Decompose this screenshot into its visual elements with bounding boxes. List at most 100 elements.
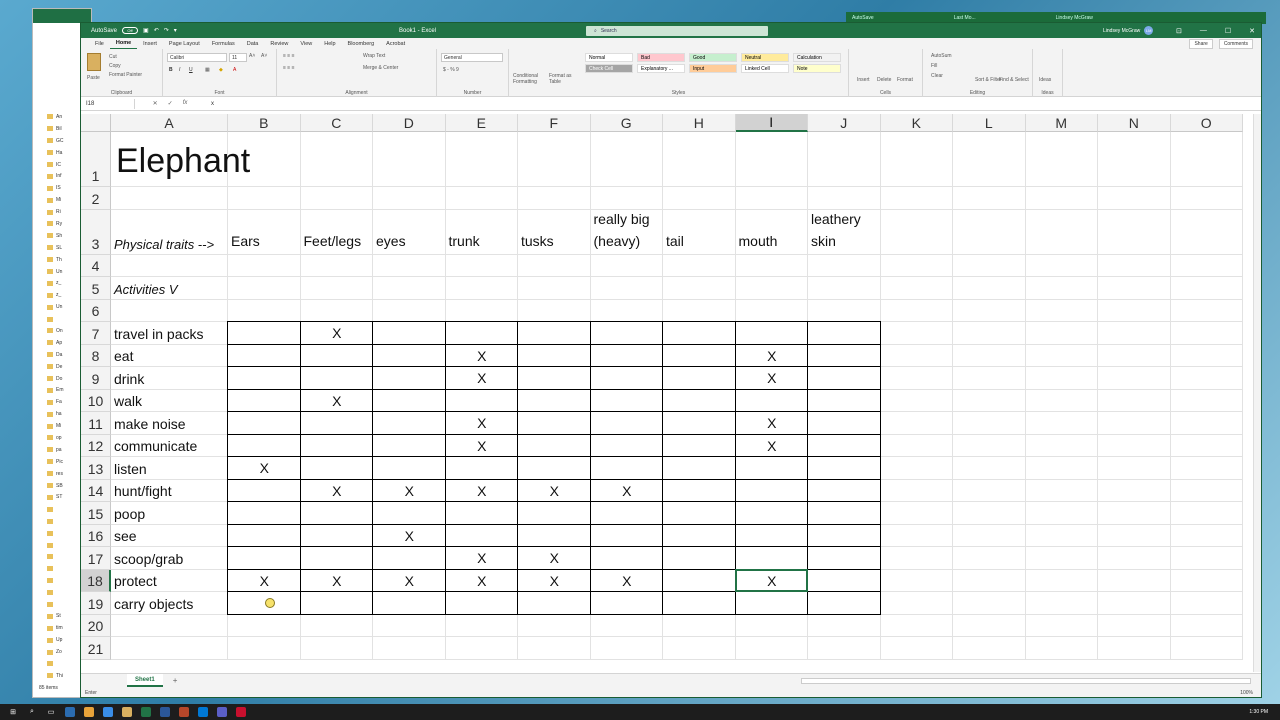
activity-label[interactable]: poop bbox=[111, 502, 145, 525]
x-mark[interactable]: X bbox=[446, 345, 519, 368]
close-button[interactable]: ✕ bbox=[1249, 27, 1255, 35]
active-cell[interactable] bbox=[734, 568, 808, 592]
column-header-f[interactable]: F bbox=[518, 114, 591, 132]
x-mark[interactable]: X bbox=[518, 480, 591, 503]
select-all-corner[interactable] bbox=[81, 114, 111, 132]
row-header-15[interactable]: 15 bbox=[81, 502, 111, 525]
format-as-table-button[interactable]: Format as Table bbox=[549, 73, 579, 85]
decrease-font-icon[interactable]: A˅ bbox=[261, 53, 267, 59]
word-icon[interactable] bbox=[160, 707, 170, 717]
teams-icon[interactable] bbox=[217, 707, 227, 717]
task-view-icon[interactable]: ▭ bbox=[46, 707, 56, 717]
x-mark[interactable]: X bbox=[736, 345, 809, 368]
merge-center-button[interactable]: Merge & Center bbox=[363, 65, 398, 71]
format-cells-button[interactable]: Format bbox=[897, 77, 913, 83]
account-area[interactable]: Lindsey McGraw LM bbox=[1103, 26, 1154, 35]
row-header-6[interactable]: 6 bbox=[81, 299, 111, 322]
activity-label[interactable]: hunt/fight bbox=[111, 480, 172, 503]
italic-button[interactable]: I bbox=[179, 67, 180, 73]
tab-bloomberg[interactable]: Bloomberg bbox=[342, 38, 381, 49]
format-painter-button[interactable]: Format Painter bbox=[109, 72, 142, 78]
tab-view[interactable]: View bbox=[294, 38, 318, 49]
row-header-17[interactable]: 17 bbox=[81, 547, 111, 570]
folder-icon[interactable] bbox=[122, 707, 132, 717]
column-header-j[interactable]: J bbox=[808, 114, 881, 132]
ideas-button[interactable]: Ideas bbox=[1039, 77, 1051, 83]
x-mark[interactable]: X bbox=[518, 570, 591, 593]
start-icon[interactable]: ⊞ bbox=[8, 707, 18, 717]
confirm-entry-icon[interactable]: ✓ bbox=[168, 100, 173, 107]
tab-data[interactable]: Data bbox=[241, 38, 265, 49]
top-align-icon[interactable]: ≡ ≡ ≡ bbox=[283, 53, 295, 59]
ribbon-display-icon[interactable]: ⊡ bbox=[1176, 27, 1182, 35]
fill-color-icon[interactable]: ◆ bbox=[219, 67, 223, 73]
x-mark[interactable]: X bbox=[736, 435, 809, 458]
activity-label[interactable]: travel in packs bbox=[111, 322, 203, 345]
activity-label[interactable]: see bbox=[111, 525, 137, 548]
autosum-button[interactable]: AutoSum bbox=[931, 53, 952, 59]
underline-button[interactable]: U bbox=[189, 67, 193, 73]
add-sheet-button[interactable]: + bbox=[173, 676, 178, 685]
clear-button[interactable]: Clear bbox=[931, 73, 943, 79]
formula-input[interactable]: x bbox=[205, 101, 214, 107]
x-mark[interactable]: X bbox=[446, 547, 519, 570]
x-mark[interactable]: X bbox=[446, 480, 519, 503]
activity-label[interactable]: walk bbox=[111, 390, 142, 413]
firefox-icon[interactable] bbox=[84, 707, 94, 717]
column-header-d[interactable]: D bbox=[373, 114, 446, 132]
trait-header-c[interactable]: Feet/legs bbox=[301, 210, 374, 255]
bold-button[interactable]: B bbox=[169, 67, 173, 73]
style-chip-neutral[interactable]: Neutral bbox=[741, 53, 789, 62]
x-mark[interactable]: X bbox=[446, 367, 519, 390]
share-button[interactable]: Share bbox=[1189, 38, 1213, 49]
column-header-a[interactable]: A bbox=[111, 114, 228, 132]
row-header-5[interactable]: 5 bbox=[81, 277, 111, 300]
autosave-toggle[interactable]: Off bbox=[122, 27, 139, 34]
trait-header-b[interactable]: Ears bbox=[228, 210, 301, 255]
app-icon[interactable] bbox=[65, 707, 75, 717]
activity-label[interactable]: communicate bbox=[111, 435, 197, 458]
traits-label[interactable]: Physical traits --> bbox=[111, 210, 214, 255]
x-mark[interactable]: X bbox=[373, 480, 446, 503]
cut-button[interactable]: Cut bbox=[109, 54, 117, 60]
undo-icon[interactable]: ↶ bbox=[154, 27, 159, 34]
paste-icon[interactable] bbox=[87, 53, 101, 71]
trait-header-j[interactable]: leathery skin bbox=[808, 210, 881, 255]
row-header-2[interactable]: 2 bbox=[81, 187, 111, 210]
x-mark[interactable]: X bbox=[736, 367, 809, 390]
row-header-3[interactable]: 3 bbox=[81, 209, 111, 255]
column-header-k[interactable]: K bbox=[880, 114, 953, 132]
tab-help[interactable]: Help bbox=[318, 38, 341, 49]
sort-filter-button[interactable]: Sort & Filter bbox=[975, 77, 1001, 83]
column-header-i[interactable]: I bbox=[735, 114, 808, 132]
copy-button[interactable]: Copy bbox=[109, 63, 121, 69]
cancel-entry-icon[interactable]: ✕ bbox=[153, 100, 158, 107]
row-header-4[interactable]: 4 bbox=[81, 254, 111, 277]
paste-button[interactable]: Paste bbox=[87, 75, 100, 81]
x-mark[interactable]: X bbox=[591, 480, 664, 503]
style-chip-normal[interactable]: Normal bbox=[585, 53, 633, 62]
row-header-16[interactable]: 16 bbox=[81, 524, 111, 547]
style-chip-linked-cell[interactable]: Linked Cell bbox=[741, 64, 789, 73]
column-header-b[interactable]: B bbox=[228, 114, 301, 132]
font-name-select[interactable]: Calibri bbox=[167, 53, 227, 62]
activity-label[interactable]: scoop/grab bbox=[111, 547, 183, 570]
insert-cells-button[interactable]: Insert bbox=[857, 77, 870, 83]
minimize-button[interactable]: — bbox=[1200, 27, 1207, 35]
row-header-11[interactable]: 11 bbox=[81, 412, 111, 435]
trait-header-f[interactable]: tusks bbox=[518, 210, 591, 255]
conditional-formatting-button[interactable]: Conditional Formatting bbox=[513, 73, 547, 85]
trait-header-h[interactable]: tail bbox=[663, 210, 736, 255]
sheet-tab-sheet1[interactable]: Sheet1 bbox=[127, 674, 163, 687]
column-header-n[interactable]: N bbox=[1098, 114, 1171, 132]
trait-header-g[interactable]: really big (heavy) bbox=[591, 210, 664, 255]
column-header-c[interactable]: C bbox=[300, 114, 373, 132]
row-header-20[interactable]: 20 bbox=[81, 614, 111, 637]
row-header-18[interactable]: 18 bbox=[81, 569, 111, 592]
number-format-buttons[interactable]: $ - % 9 bbox=[443, 67, 459, 73]
delete-cells-button[interactable]: Delete bbox=[877, 77, 891, 83]
left-align-icon[interactable]: ≡ ≡ ≡ bbox=[283, 65, 295, 71]
style-chip-good[interactable]: Good bbox=[689, 53, 737, 62]
increase-font-icon[interactable]: A˄ bbox=[249, 53, 255, 59]
x-mark[interactable]: X bbox=[591, 570, 664, 593]
